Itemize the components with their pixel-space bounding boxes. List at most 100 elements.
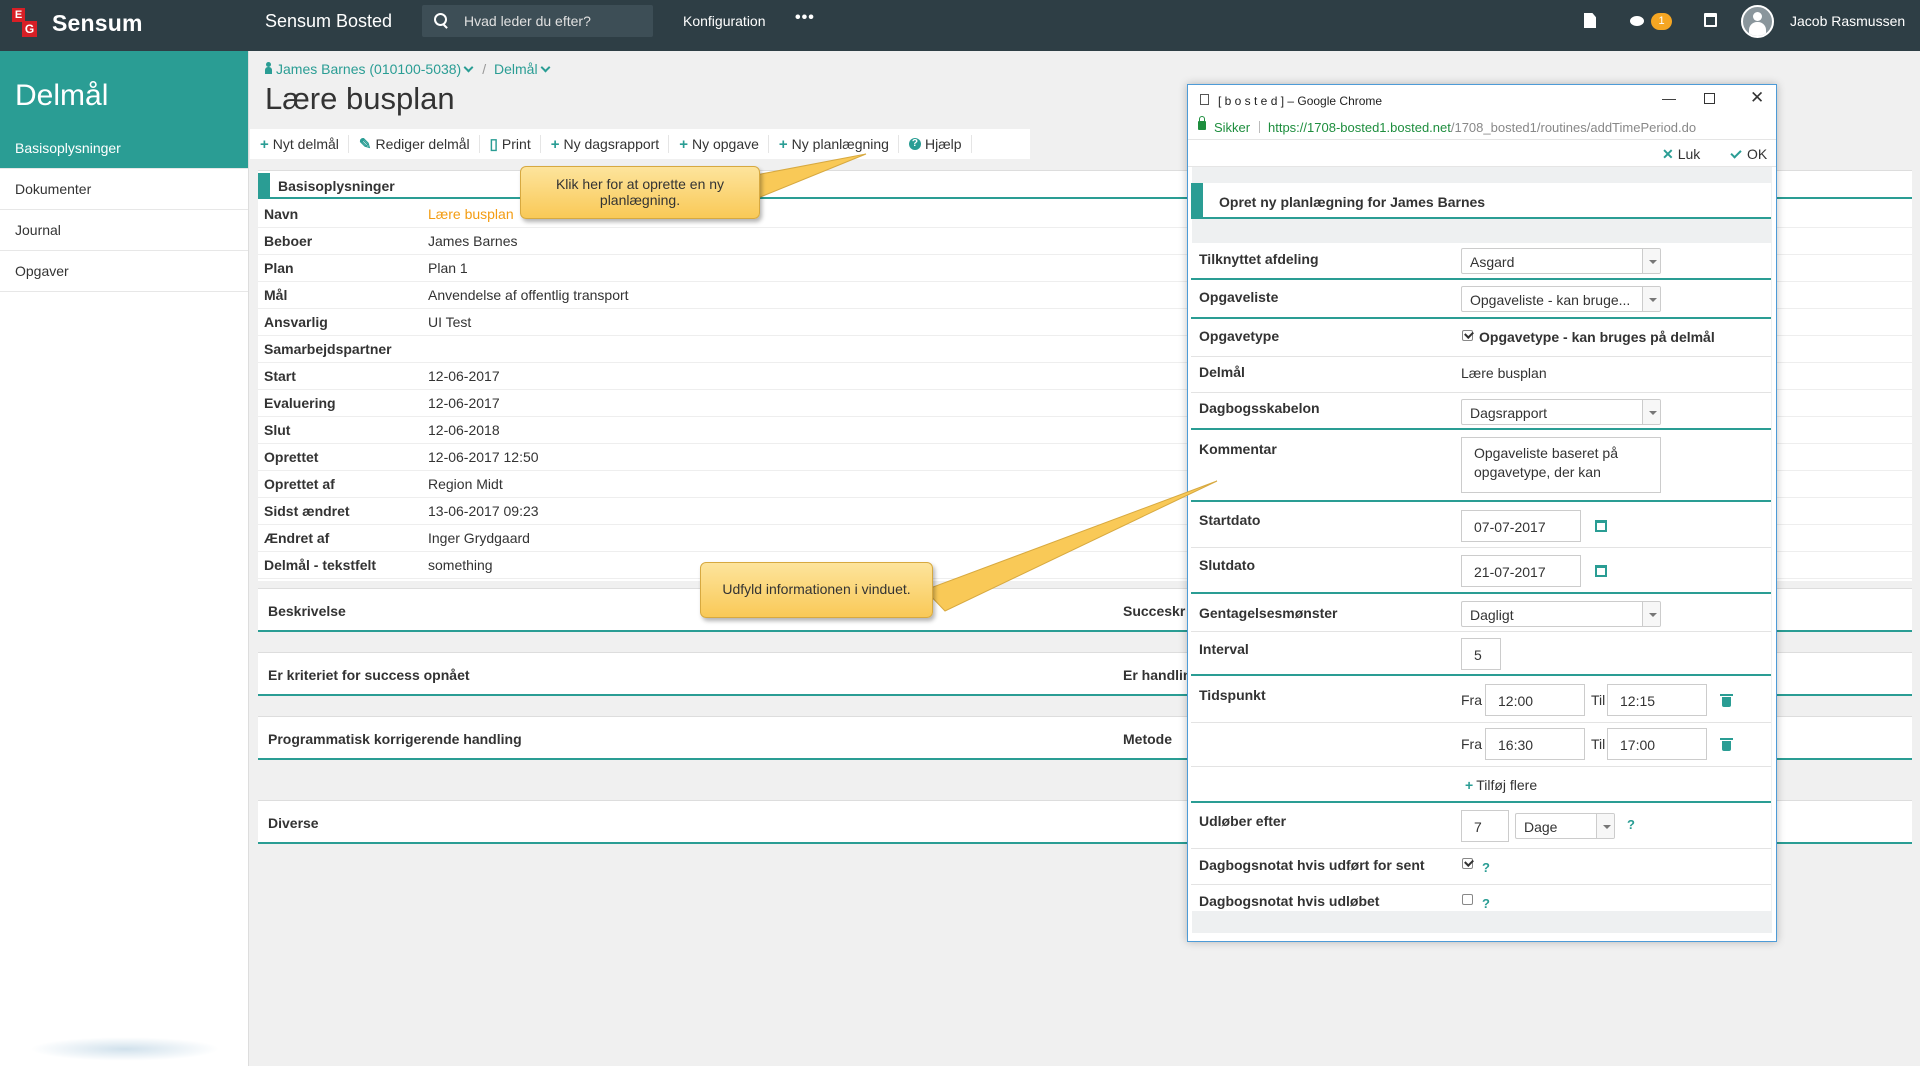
dropdown-arrow-icon xyxy=(1642,287,1660,311)
info-value-link[interactable]: Lære busplan xyxy=(428,206,514,222)
callout-text: Udfyld informationen i vinduet. xyxy=(722,581,911,597)
info-key: Slut xyxy=(264,422,291,438)
new-dagsrapport-button[interactable]: + Ny dagsrapport xyxy=(541,135,670,153)
time-to-input[interactable]: 12:15 xyxy=(1607,684,1707,716)
sent-checkbox[interactable] xyxy=(1462,858,1473,869)
info-value: something xyxy=(428,557,493,573)
sidebar-item-basisoplysninger[interactable]: Basisoplysninger xyxy=(0,128,248,169)
sidebar-item-opgaver[interactable]: Opgaver xyxy=(0,251,248,292)
til-label: Til xyxy=(1591,692,1606,708)
udloeber-unit-select[interactable]: Dage xyxy=(1515,813,1615,839)
popup-action-bar: ✕ Luk OK xyxy=(1188,139,1776,167)
programmatisk-label: Programmatisk korrigerende handling xyxy=(268,731,522,747)
time-to-input[interactable]: 17:00 xyxy=(1607,728,1707,760)
startdato-input[interactable]: 07-07-2017 xyxy=(1461,510,1581,542)
print-button[interactable]: ▯ Print xyxy=(480,135,541,153)
calendar-icon[interactable] xyxy=(1595,565,1607,577)
new-delmaal-button[interactable]: + Nyt delmål xyxy=(250,135,349,153)
sensum-logo[interactable]: E G Sensum xyxy=(12,8,143,38)
info-value: Anvendelse af offentlig transport xyxy=(428,287,629,303)
more-menu-icon[interactable]: ••• xyxy=(795,9,815,27)
search-input[interactable] xyxy=(464,13,644,29)
form-row-startdato: Startdato 07-07-2017 xyxy=(1191,504,1771,548)
nav-konfiguration[interactable]: Konfiguration xyxy=(683,13,766,29)
help-icon: ? xyxy=(908,138,921,150)
sidebar-item-journal[interactable]: Journal xyxy=(0,210,248,251)
opgavetype-value: Opgavetype - kan bruges på delmål xyxy=(1479,329,1715,345)
udloeber-label: Udløber efter xyxy=(1199,813,1287,829)
til-label: Til xyxy=(1591,736,1606,752)
moenster-select[interactable]: Dagligt xyxy=(1461,601,1661,627)
time-to-value: 17:00 xyxy=(1620,737,1656,753)
print-label: Print xyxy=(501,136,531,152)
add-more-button[interactable]: + Tilføj flere xyxy=(1465,777,1537,793)
close-window-icon[interactable]: ✕ xyxy=(1750,88,1764,108)
chevron-down-icon[interactable] xyxy=(540,62,551,73)
info-key: Evaluering xyxy=(264,395,336,411)
afdeling-select[interactable]: Asgard xyxy=(1461,248,1661,274)
plus-icon: + xyxy=(1465,777,1474,793)
skabelon-label: Dagbogsskabelon xyxy=(1199,400,1320,416)
ok-label: OK xyxy=(1747,146,1768,162)
add-more-label: Tilføj flere xyxy=(1476,777,1538,793)
slutdato-input[interactable]: 21-07-2017 xyxy=(1461,555,1581,587)
dropdown-arrow-icon xyxy=(1596,814,1614,838)
fra-label: Fra xyxy=(1461,736,1482,752)
time-from-value: 16:30 xyxy=(1498,737,1534,753)
trash-icon[interactable] xyxy=(1720,738,1733,751)
person-icon xyxy=(265,62,272,74)
help-icon[interactable]: ? xyxy=(1482,896,1490,911)
avatar[interactable] xyxy=(1741,5,1774,38)
chevron-down-icon[interactable] xyxy=(463,62,474,73)
trash-icon[interactable] xyxy=(1720,694,1733,707)
help-icon[interactable]: ? xyxy=(1482,860,1490,875)
search-box[interactable] xyxy=(422,5,653,37)
udloebet-checkbox[interactable] xyxy=(1462,894,1473,905)
check-icon xyxy=(1730,147,1742,159)
calendar-icon[interactable] xyxy=(1704,13,1717,27)
udloeber-input[interactable]: 7 xyxy=(1461,810,1509,842)
breadcrumb: James Barnes (010100-5038) / Delmål xyxy=(265,61,555,77)
logo-letter-e: E xyxy=(12,8,25,22)
callout-pointer xyxy=(925,480,1218,612)
time-from-input[interactable]: 16:30 xyxy=(1485,728,1585,760)
search-icon[interactable] xyxy=(434,13,450,29)
window-titlebar: [ b o s t e d ] – Google Chrome — ✕ xyxy=(1188,85,1776,115)
maximize-icon[interactable] xyxy=(1704,93,1715,104)
calendar-icon[interactable] xyxy=(1595,520,1607,532)
edit-delmaal-button[interactable]: ✎ Rediger delmål xyxy=(349,135,480,153)
info-key: Sidst ændret xyxy=(264,503,350,519)
user-name[interactable]: Jacob Rasmussen xyxy=(1790,13,1905,29)
help-icon[interactable]: ? xyxy=(1627,817,1635,832)
opgavetype-checkbox[interactable] xyxy=(1462,330,1473,341)
new-dagsrapport-label: Ny dagsrapport xyxy=(563,136,660,152)
time-from-input[interactable]: 12:00 xyxy=(1485,684,1585,716)
info-value: UI Test xyxy=(428,314,472,330)
close-button[interactable]: ✕ Luk xyxy=(1662,146,1700,163)
document-icon[interactable] xyxy=(1584,13,1596,28)
skabelon-select[interactable]: Dagsrapport xyxy=(1461,399,1661,425)
interval-input[interactable]: 5 xyxy=(1461,638,1501,670)
form-row-tidspunkt: Tidspunkt Fra 12:00 Til 12:15 xyxy=(1191,678,1771,723)
url-host: https://1708-bosted1.bosted.net xyxy=(1268,120,1451,135)
url-text[interactable]: https://1708-bosted1.bosted.net/1708_bos… xyxy=(1268,120,1696,135)
ok-button[interactable]: OK xyxy=(1729,146,1767,162)
address-bar[interactable]: Sikker https://1708-bosted1.bosted.net/1… xyxy=(1188,115,1776,139)
udloeber-unit-value: Dage xyxy=(1524,819,1558,835)
help-button[interactable]: ? Hjælp xyxy=(899,135,972,153)
sidebar-item-dokumenter[interactable]: Dokumenter xyxy=(0,169,248,210)
app-title[interactable]: Sensum Bosted xyxy=(265,11,392,32)
panel-title: Basisoplysninger xyxy=(278,178,395,194)
form-row-afdeling: Tilknyttet afdeling Asgard xyxy=(1191,243,1771,280)
url-path: /1708_bosted1/routines/addTimePeriod.do xyxy=(1450,120,1697,135)
opgaveliste-select[interactable]: Opgaveliste - kan bruge... xyxy=(1461,286,1661,312)
breadcrumb-section[interactable]: Delmål xyxy=(494,61,538,77)
info-value: 13-06-2017 09:23 xyxy=(428,503,539,519)
dropdown-arrow-icon xyxy=(1642,249,1660,273)
kommentar-textarea[interactable]: Opgaveliste baseret på opgavetype, der k… xyxy=(1461,437,1661,493)
minimize-icon[interactable]: — xyxy=(1662,90,1676,106)
breadcrumb-person[interactable]: James Barnes (010100-5038) xyxy=(276,61,461,77)
form-row-opgavetype: Opgavetype Opgavetype - kan bruges på de… xyxy=(1191,321,1771,357)
callout-new-planning: Klik her for at oprette en ny planlægnin… xyxy=(520,166,760,219)
chat-icon[interactable] xyxy=(1630,16,1644,26)
